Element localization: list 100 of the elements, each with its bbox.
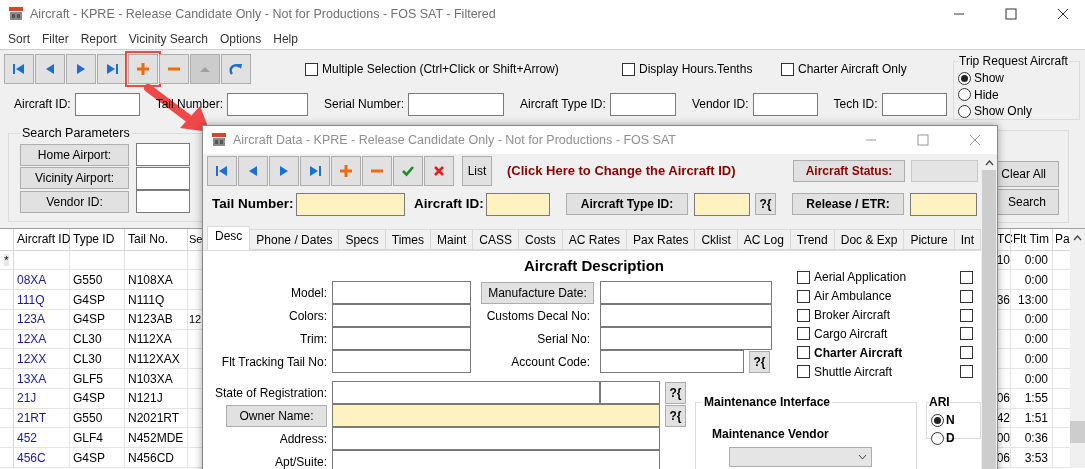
input-field[interactable] [408, 92, 505, 116]
close-icon[interactable] [1057, 8, 1069, 20]
checkbox[interactable] [797, 270, 810, 284]
checkbox[interactable] [797, 289, 810, 303]
lookup-button[interactable]: ?{ [749, 350, 770, 373]
column-header[interactable]: Type ID [70, 229, 125, 250]
next-button[interactable] [269, 156, 299, 186]
search-parameter-button[interactable]: Vendor ID: [20, 190, 129, 213]
menu-item[interactable]: Help [267, 29, 304, 48]
last-record-button[interactable] [97, 54, 127, 84]
scroll-up-icon[interactable] [984, 160, 994, 166]
scroll-up-icon[interactable] [1073, 235, 1082, 241]
input-field[interactable] [332, 304, 471, 327]
tab[interactable]: Picture [903, 229, 955, 250]
aircraft-status-button[interactable]: Aircraft Status: [793, 160, 905, 182]
input-field[interactable] [332, 427, 660, 450]
input-field[interactable] [296, 192, 405, 216]
tab[interactable]: AC Log [736, 229, 791, 250]
manufacture-date-button[interactable]: Manufacture Date: [481, 281, 594, 304]
input-field[interactable] [600, 281, 772, 304]
change-id-link[interactable]: (Click Here to Change the Aircraft ID) [507, 161, 793, 181]
previous-button[interactable] [35, 54, 65, 84]
input-field[interactable] [600, 350, 744, 373]
lookup-button[interactable]: ?{ [665, 381, 686, 404]
menu-item[interactable]: Vicinity Search [122, 29, 214, 48]
input-field[interactable] [486, 192, 550, 216]
input-field[interactable] [74, 92, 140, 116]
tab[interactable]: Phone / Dates [249, 229, 340, 250]
aircraft-type-button[interactable]: Aircraft Type ID: [566, 193, 688, 215]
checkbox[interactable] [960, 308, 973, 322]
lookup-button[interactable]: ?{ [755, 193, 776, 215]
owner-name-button[interactable]: Owner Name: [226, 404, 327, 427]
checkbox[interactable] [305, 62, 318, 76]
menu-item[interactable]: Sort [2, 29, 36, 48]
column-header[interactable]: Flt Tim [1010, 229, 1052, 250]
input-field[interactable] [910, 192, 977, 216]
column-header[interactable]: Tail No. [125, 229, 188, 250]
checkbox[interactable] [960, 365, 973, 379]
input-field[interactable] [609, 92, 676, 116]
tab[interactable]: Pax Rates [626, 229, 696, 250]
input-field[interactable] [332, 404, 660, 427]
tab[interactable]: AC Rates [561, 229, 628, 250]
last-record-button[interactable] [300, 156, 330, 186]
checkbox[interactable] [960, 270, 973, 284]
tab[interactable]: Int [953, 229, 981, 250]
checkbox[interactable] [781, 62, 794, 76]
delete-button[interactable] [159, 54, 189, 84]
input-field[interactable] [332, 350, 471, 373]
tab[interactable]: Doc & Exp [833, 229, 905, 250]
first-record-button[interactable] [207, 156, 237, 186]
scrollbar-thumb[interactable] [1070, 421, 1085, 443]
input-field[interactable] [227, 92, 309, 116]
input-field[interactable] [136, 190, 190, 213]
tab[interactable]: Cklist [694, 229, 738, 250]
search-parameter-button[interactable]: Home Airport: [20, 143, 129, 166]
next-button[interactable] [66, 54, 96, 84]
maximize-icon[interactable] [1005, 8, 1017, 20]
tab[interactable]: Maint [430, 229, 474, 250]
checkbox[interactable] [797, 327, 810, 341]
lookup-button[interactable]: ?{ [665, 404, 686, 427]
radio-button[interactable] [931, 431, 945, 445]
scrollbar-thumb[interactable] [982, 170, 996, 469]
input-field[interactable] [881, 92, 947, 116]
input-field[interactable] [332, 327, 471, 350]
input-field[interactable] [752, 92, 818, 116]
tab[interactable]: Times [384, 229, 431, 250]
save-button[interactable] [393, 156, 423, 186]
checkbox[interactable] [797, 308, 810, 322]
list-button[interactable]: List [462, 156, 492, 186]
input-field[interactable] [332, 281, 471, 304]
checkbox[interactable] [960, 289, 973, 303]
radio-button[interactable] [958, 104, 971, 118]
scrollbar[interactable] [981, 154, 997, 469]
menu-item[interactable]: Filter [36, 29, 75, 48]
column-header[interactable]: Aircraft ID [14, 229, 70, 250]
radio-button[interactable] [958, 88, 971, 102]
delete-button[interactable] [362, 156, 392, 186]
input-field[interactable] [694, 192, 750, 216]
tab[interactable]: Specs [338, 229, 386, 250]
input-field[interactable] [600, 304, 772, 327]
tab[interactable]: Desc [207, 226, 251, 250]
scrollbar[interactable] [1070, 229, 1085, 468]
checkbox[interactable] [960, 346, 973, 360]
previous-button[interactable] [238, 156, 268, 186]
radio-button[interactable] [958, 71, 971, 85]
add-button[interactable] [331, 156, 361, 186]
checkbox[interactable] [797, 346, 810, 360]
checkbox[interactable] [622, 62, 635, 76]
input-field[interactable] [136, 143, 190, 166]
radio-button[interactable] [931, 413, 945, 427]
checkbox[interactable] [960, 327, 973, 341]
input-field[interactable] [136, 166, 190, 190]
tab[interactable]: Trend [789, 229, 835, 250]
tab[interactable]: Costs [518, 229, 563, 250]
input-field[interactable] [332, 450, 660, 469]
cancel-button[interactable] [424, 156, 454, 186]
input-field[interactable] [332, 381, 600, 404]
search-parameter-button[interactable]: Vicinity Airport: [20, 167, 129, 189]
menu-item[interactable]: Report [74, 29, 123, 48]
input-field[interactable] [600, 381, 660, 404]
